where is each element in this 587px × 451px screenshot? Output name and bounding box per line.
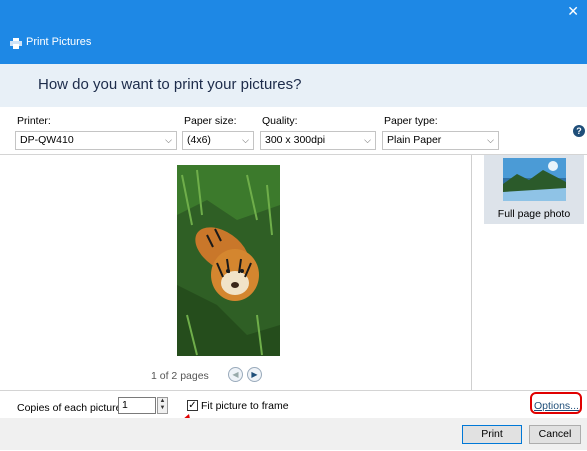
quality-select[interactable]: 300 x 300dpi ⌵: [260, 131, 376, 150]
paper-size-select[interactable]: (4x6) ⌵: [182, 131, 254, 150]
landscape-thumbnail: [503, 158, 566, 201]
cancel-button[interactable]: Cancel: [529, 425, 581, 444]
instruction-header: How do you want to print your pictures?: [0, 64, 587, 107]
layout-full-page-photo[interactable]: Full page photo: [484, 155, 584, 224]
copies-label: Copies of each picture:: [17, 402, 125, 414]
spinner-down-icon[interactable]: ▼: [158, 405, 167, 412]
paper-size-value: (4x6): [187, 134, 211, 146]
printer-value: DP-QW410: [20, 134, 74, 146]
quality-value: 300 x 300dpi: [265, 134, 326, 146]
printer-label: Printer:: [17, 115, 51, 127]
page-indicator: 1 of 2 pages: [151, 370, 209, 382]
spinner-up-icon[interactable]: ▲: [158, 398, 167, 405]
fit-to-frame-label[interactable]: Fit picture to frame: [201, 400, 289, 412]
paper-type-value: Plain Paper: [387, 134, 442, 146]
chevron-down-icon: ⌵: [364, 135, 371, 145]
landscape-thumbnail-image: [503, 158, 566, 201]
help-icon[interactable]: ?: [573, 125, 585, 137]
quality-label: Quality:: [262, 115, 298, 127]
red-highlight-annotation: [530, 392, 582, 414]
chevron-down-icon: ⌵: [242, 135, 249, 145]
instruction-text: How do you want to print your pictures?: [38, 76, 302, 93]
paper-type-select[interactable]: Plain Paper ⌵: [382, 131, 499, 150]
chevron-down-icon: ⌵: [487, 135, 494, 145]
print-options-bar: Printer: DP-QW410 ⌵ Paper size: (4x6) ⌵ …: [0, 107, 587, 155]
window-title: Print Pictures: [26, 36, 92, 48]
tiger-photo-image: [177, 165, 280, 356]
tiger-photo-preview: [177, 165, 280, 356]
printer-app-icon: [10, 38, 22, 49]
paper-size-label: Paper size:: [184, 115, 237, 127]
title-bar: ✕ Print Pictures: [0, 0, 587, 64]
copies-input[interactable]: 1: [118, 397, 156, 414]
printer-select[interactable]: DP-QW410 ⌵: [15, 131, 177, 150]
close-button[interactable]: ✕: [567, 4, 579, 18]
next-page-button[interactable]: ▶: [247, 367, 262, 382]
layout-caption: Full page photo: [497, 208, 571, 220]
chevron-down-icon: ⌵: [165, 135, 172, 145]
print-button[interactable]: Print: [462, 425, 522, 444]
previous-page-button[interactable]: ◀: [228, 367, 243, 382]
paper-type-label: Paper type:: [384, 115, 438, 127]
